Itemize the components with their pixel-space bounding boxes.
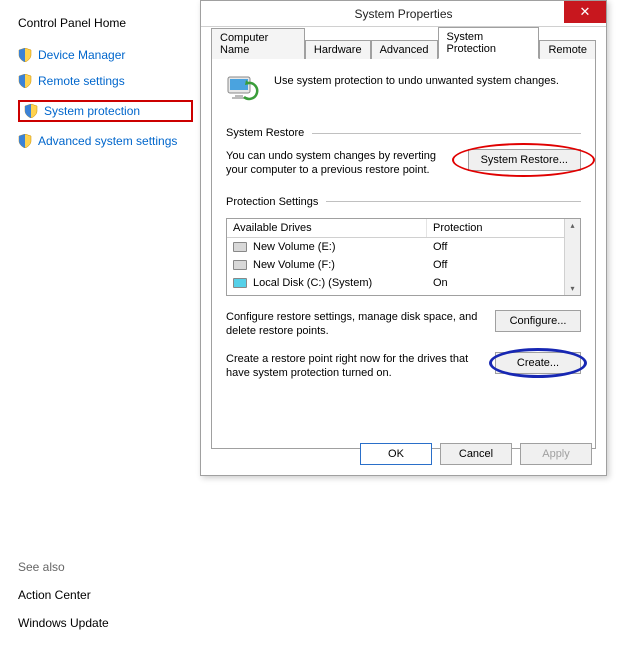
create-text: Create a restore point right now for the… bbox=[226, 352, 483, 381]
configure-button[interactable]: Configure... bbox=[495, 310, 581, 332]
intro-text: Use system protection to undo unwanted s… bbox=[274, 73, 559, 103]
dialog-title: System Properties bbox=[354, 7, 452, 21]
system-restore-button[interactable]: System Restore... bbox=[468, 149, 581, 171]
col-protection: Protection bbox=[427, 219, 564, 237]
see-also-action-center[interactable]: Action Center bbox=[18, 588, 193, 602]
ok-button[interactable]: OK bbox=[360, 443, 432, 465]
protection-settings-legend: Protection Settings bbox=[226, 196, 318, 208]
system-protection-icon bbox=[226, 73, 260, 103]
tab-hardware[interactable]: Hardware bbox=[305, 40, 371, 59]
shield-icon bbox=[18, 134, 32, 148]
nav-label: Device Manager bbox=[38, 48, 125, 62]
col-available-drives: Available Drives bbox=[227, 219, 427, 237]
tab-strip: Computer Name Hardware Advanced System P… bbox=[211, 37, 596, 59]
system-properties-dialog: System Properties ✕ Computer Name Hardwa… bbox=[200, 0, 607, 476]
nav-label: Remote settings bbox=[38, 74, 125, 88]
scroll-up-icon: ▴ bbox=[570, 221, 574, 230]
nav-list: Device Manager Remote settings System pr… bbox=[18, 48, 193, 148]
cancel-button[interactable]: Cancel bbox=[440, 443, 512, 465]
divider bbox=[312, 133, 581, 134]
protection-settings-group: Protection Settings Available Drives Pro… bbox=[226, 196, 581, 381]
system-restore-group: System Restore You can undo system chang… bbox=[226, 127, 581, 178]
scrollbar[interactable]: ▴ ▾ bbox=[564, 219, 580, 295]
drive-row[interactable]: New Volume (F:) Off bbox=[227, 256, 564, 274]
drive-protection: Off bbox=[427, 241, 564, 253]
nav-item-system-protection[interactable]: System protection bbox=[18, 100, 193, 122]
drive-icon bbox=[233, 242, 247, 252]
tab-panel: Use system protection to undo unwanted s… bbox=[211, 59, 596, 449]
see-also-heading: See also bbox=[18, 560, 193, 574]
divider bbox=[326, 201, 581, 202]
drive-row[interactable]: Local Disk (C:) (System) On bbox=[227, 274, 564, 292]
drives-header: Available Drives Protection bbox=[227, 219, 564, 238]
configure-text: Configure restore settings, manage disk … bbox=[226, 310, 483, 339]
control-panel-home-heading: Control Panel Home bbox=[18, 16, 193, 30]
nav-item-remote-settings[interactable]: Remote settings bbox=[18, 74, 193, 88]
create-button[interactable]: Create... bbox=[495, 352, 581, 374]
tab-system-protection[interactable]: System Protection bbox=[438, 27, 540, 59]
restore-description: You can undo system changes by reverting… bbox=[226, 149, 458, 178]
scroll-down-icon: ▾ bbox=[570, 284, 574, 293]
drive-icon bbox=[233, 278, 247, 288]
drive-name: New Volume (E:) bbox=[253, 241, 336, 253]
drive-icon bbox=[233, 260, 247, 270]
nav-label: System protection bbox=[44, 104, 140, 118]
tab-remote[interactable]: Remote bbox=[539, 40, 596, 59]
shield-icon bbox=[18, 48, 32, 62]
shield-icon bbox=[18, 74, 32, 88]
dialog-buttons: OK Cancel Apply bbox=[360, 443, 592, 465]
drive-protection: On bbox=[427, 277, 564, 289]
see-also-windows-update[interactable]: Windows Update bbox=[18, 616, 193, 630]
system-restore-legend: System Restore bbox=[226, 127, 304, 139]
drive-protection: Off bbox=[427, 259, 564, 271]
nav-item-advanced-settings[interactable]: Advanced system settings bbox=[18, 134, 193, 148]
close-button[interactable]: ✕ bbox=[564, 1, 606, 23]
drive-row[interactable]: New Volume (E:) Off bbox=[227, 238, 564, 256]
nav-label: Advanced system settings bbox=[38, 134, 177, 148]
titlebar: System Properties ✕ bbox=[201, 1, 606, 27]
see-also-section: See also Action Center Windows Update bbox=[18, 560, 193, 644]
shield-icon bbox=[24, 104, 38, 118]
drive-name: New Volume (F:) bbox=[253, 259, 335, 271]
close-icon: ✕ bbox=[580, 4, 591, 20]
nav-item-device-manager[interactable]: Device Manager bbox=[18, 48, 193, 62]
drives-list[interactable]: Available Drives Protection New Volume (… bbox=[226, 218, 581, 296]
tab-computer-name[interactable]: Computer Name bbox=[211, 28, 305, 59]
drive-name: Local Disk (C:) (System) bbox=[253, 277, 372, 289]
tab-advanced[interactable]: Advanced bbox=[371, 40, 438, 59]
apply-button[interactable]: Apply bbox=[520, 443, 592, 465]
